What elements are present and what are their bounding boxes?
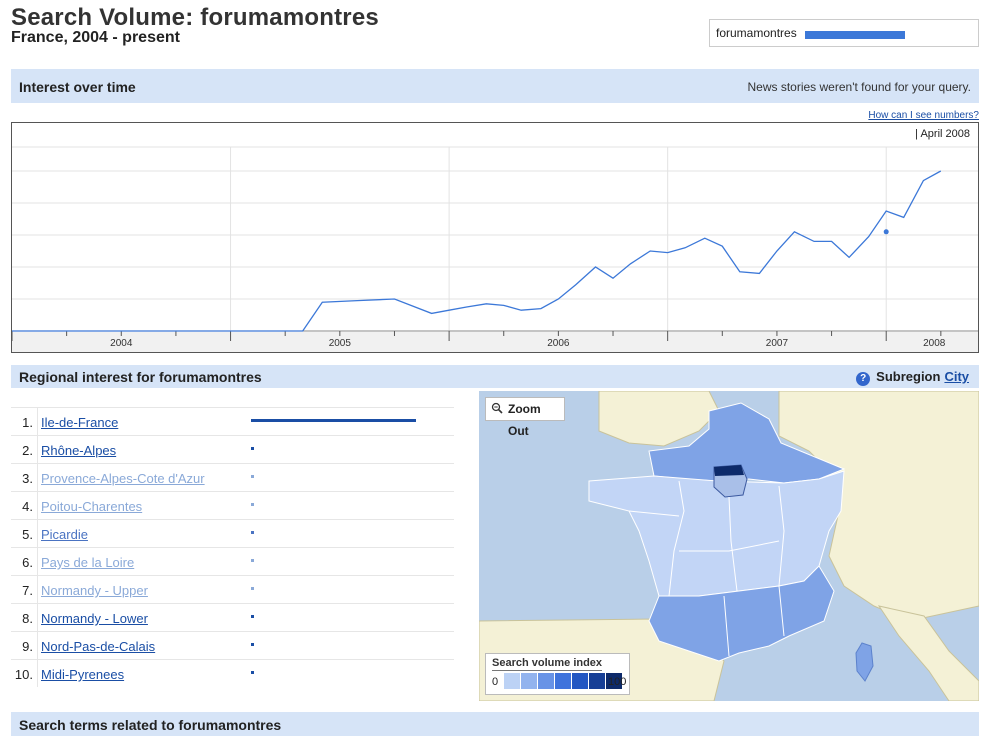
region-link[interactable]: Picardie: [41, 527, 88, 542]
region-rank: 9.: [22, 639, 33, 654]
x-tick-label: 2004: [110, 338, 133, 349]
interest-chart-svg: 2004 2005 2006 2007 2008: [12, 146, 978, 352]
region-rank: 8.: [22, 611, 33, 626]
zoom-out-icon: [491, 402, 503, 414]
subregion-control: ? Subregion City: [856, 369, 969, 386]
region-volume-bar: [251, 643, 255, 646]
region-link[interactable]: Poitou-Charentes: [41, 499, 142, 514]
svi-swatch: [572, 673, 588, 689]
search-volume-legend: Search volume index 0 100: [485, 653, 630, 695]
svi-swatch: [521, 673, 537, 689]
interest-section-title: Interest over time: [19, 79, 136, 95]
region-link[interactable]: Nord-Pas-de-Calais: [41, 639, 155, 654]
region-row: 3. Provence-Alpes-Cote d'Azur: [11, 463, 454, 491]
regional-interest-header: Regional interest for forumamontres ? Sub…: [11, 365, 979, 388]
x-tick-label: 2007: [766, 338, 789, 349]
x-axis-band: [12, 332, 978, 352]
region-link[interactable]: Normandy - Upper: [41, 583, 148, 598]
region-link[interactable]: Midi-Pyrenees: [41, 667, 124, 682]
related-terms-header: Search terms related to forumamontres: [11, 712, 979, 736]
region-separator: [37, 660, 38, 687]
svi-swatch: [538, 673, 554, 689]
region-volume-bar: [251, 475, 255, 478]
page-subtitle: France, 2004 - present: [11, 29, 180, 46]
region-rank: 7.: [22, 583, 33, 598]
region-volume-bar: [251, 447, 255, 450]
search-term-legend: forumamontres: [709, 19, 979, 47]
region-link[interactable]: Rhône-Alpes: [41, 443, 116, 458]
region-link[interactable]: Pays de la Loire: [41, 555, 134, 570]
region-row: 9. Nord-Pas-de-Calais: [11, 631, 454, 659]
region-link[interactable]: Provence-Alpes-Cote d'Azur: [41, 471, 205, 486]
svi-max: 100: [608, 676, 627, 688]
x-tick-label: 2008: [923, 338, 946, 349]
svi-swatch: [504, 673, 520, 689]
region-volume-bar: [251, 615, 255, 618]
subregion-city-link[interactable]: City: [944, 369, 969, 384]
region-separator: [37, 520, 38, 547]
region-row: 1. Ile-de-France: [11, 407, 454, 435]
region-volume-bar: [251, 503, 255, 506]
region-row: 10. Midi-Pyrenees: [11, 659, 454, 687]
x-tick-label: 2006: [547, 338, 570, 349]
region-separator: [37, 408, 38, 435]
region-separator: [37, 464, 38, 491]
svi-swatch: [589, 673, 605, 689]
related-section-title: Search terms related to forumamontres: [19, 717, 282, 733]
x-tick-label: 2005: [329, 338, 352, 349]
interest-chart: 2004 2005 2006 2007 2008 | April 2008: [11, 122, 979, 353]
regional-section-title: Regional interest for forumamontres: [19, 369, 262, 385]
region-rank: 3.: [22, 471, 33, 486]
svi-title: Search volume index: [492, 657, 603, 671]
region-volume-bar: [251, 587, 255, 590]
region-row: 6. Pays de la Loire: [11, 547, 454, 575]
region-rank: 6.: [22, 555, 33, 570]
region-link[interactable]: Normandy - Lower: [41, 611, 148, 626]
region-rank: 5.: [22, 527, 33, 542]
region-separator: [37, 436, 38, 463]
legend-color-bar: [805, 31, 905, 39]
chart-date-label: | April 2008: [915, 128, 970, 140]
region-separator: [37, 576, 38, 603]
page-title: Search Volume: forumamontres: [11, 4, 379, 31]
region-row: 7. Normandy - Upper: [11, 575, 454, 603]
region-volume-bar: [251, 419, 416, 422]
interest-over-time-header: Interest over time News stories weren't …: [11, 69, 979, 103]
region-row: 5. Picardie: [11, 519, 454, 547]
region-rank: 10.: [14, 667, 33, 682]
region-link[interactable]: Ile-de-France: [41, 415, 118, 430]
help-icon[interactable]: ?: [856, 372, 871, 386]
region-map[interactable]: Zoom Out Search volume index 0 100: [479, 391, 979, 701]
region-row: 8. Normandy - Lower: [11, 603, 454, 631]
region-rank: 2.: [22, 443, 33, 458]
svi-min: 0: [492, 676, 499, 688]
svi-swatch: [555, 673, 571, 689]
region-volume-bar: [251, 559, 255, 562]
how-see-numbers-link[interactable]: How can I see numbers?: [868, 110, 979, 121]
region-rank: 4.: [22, 499, 33, 514]
region-separator: [37, 492, 38, 519]
legend-term: forumamontres: [716, 26, 797, 40]
region-separator: [37, 604, 38, 631]
region-volume-bar: [251, 531, 255, 534]
region-row: 4. Poitou-Charentes: [11, 491, 454, 519]
region-row: 2. Rhône-Alpes: [11, 435, 454, 463]
region-separator: [37, 548, 38, 575]
svi-swatches: [504, 673, 622, 689]
region-rank: 1.: [22, 415, 33, 430]
region-separator: [37, 632, 38, 659]
region-list: 1. Ile-de-France 2. Rhône-Alpes 3. Provence-A…: [11, 407, 454, 687]
series-line: [12, 170, 942, 332]
zoom-out-button[interactable]: Zoom Out: [485, 397, 565, 438]
news-message: News stories weren't found for your quer…: [747, 80, 972, 94]
region-volume-bar: [251, 671, 255, 674]
subregion-label: Subregion: [876, 369, 941, 384]
highlight-point[interactable]: [883, 229, 889, 235]
